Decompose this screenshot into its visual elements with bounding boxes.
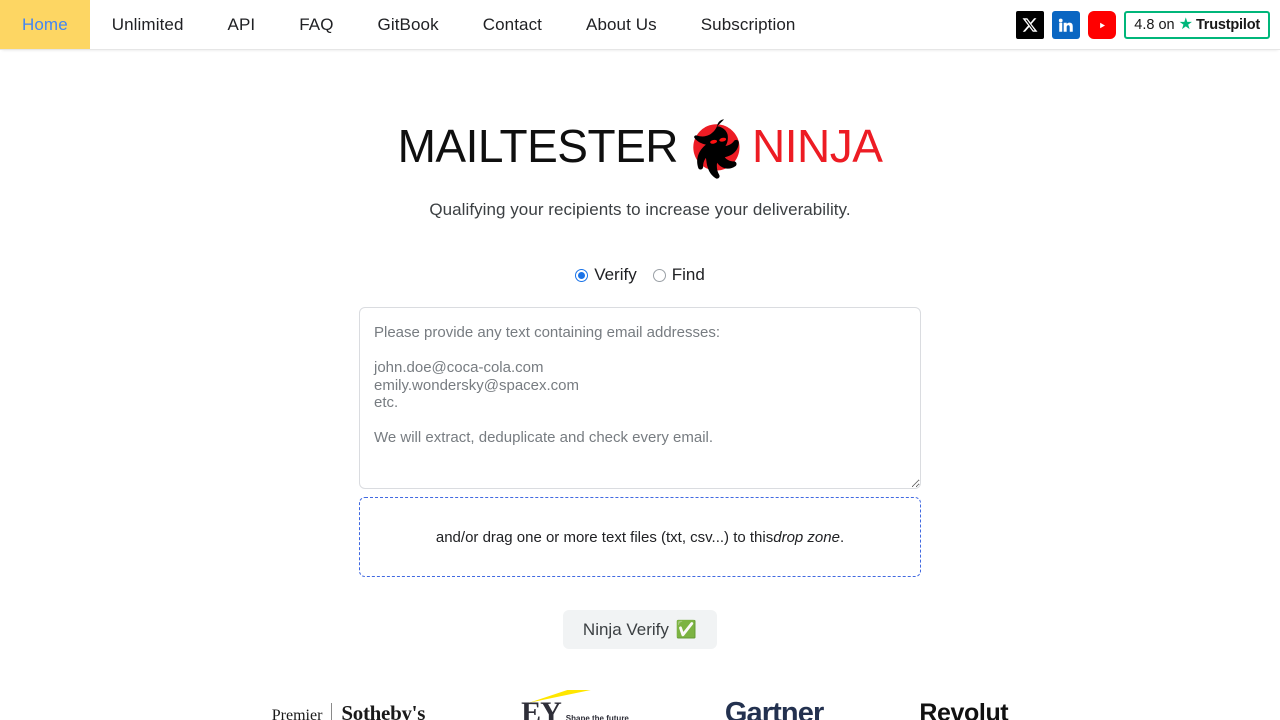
nav-item-api[interactable]: API: [206, 0, 278, 49]
nav-item-label: Contact: [482, 14, 542, 34]
client-logo-gartner: Gartner: [724, 690, 824, 720]
nav-item-unlimited[interactable]: Unlimited: [90, 0, 206, 49]
ninja-mascot-icon: [680, 111, 750, 181]
mode-option-verify[interactable]: Verify: [575, 265, 637, 285]
client-logo-ey: EY Shape the future: [521, 690, 629, 720]
brand-logo-ninja: NINJA: [752, 120, 883, 172]
x-twitter-icon[interactable]: [1016, 11, 1045, 39]
drop-zone-text-before: and/or drag one or more text files (txt,…: [435, 528, 774, 546]
nav-item-contact[interactable]: Contact: [461, 0, 564, 49]
radio-verify[interactable]: [575, 268, 589, 282]
sothebys-name-label: Sotheby's: [341, 700, 426, 720]
ey-letters-label: EY: [521, 695, 562, 720]
email-input-textarea[interactable]: [359, 307, 921, 489]
top-navbar: Home Unlimited API FAQ GitBook Contact A…: [0, 0, 1280, 50]
nav-item-about-us[interactable]: About Us: [564, 0, 679, 49]
linkedin-icon[interactable]: [1052, 11, 1081, 39]
sothebys-premier-label: Premier: [271, 706, 323, 720]
trustpilot-brand: Trustpilot: [1195, 17, 1260, 33]
revolut-name-label: Revolut: [919, 698, 1009, 720]
file-drop-zone[interactable]: and/or drag one or more text files (txt,…: [359, 497, 921, 577]
nav-item-label: API: [227, 14, 256, 34]
star-icon: ★: [1178, 16, 1193, 33]
client-logo-revolut: Revolut: [919, 690, 1008, 720]
brand-logo: MAILTESTER NINJA: [398, 110, 883, 182]
trustpilot-rating-badge[interactable]: 4.8 on ★ Trustpilot: [1124, 11, 1270, 39]
client-logos-strip: Premier Sotheby's EY Shape the future Ga…: [0, 690, 1280, 720]
nav-item-label: GitBook: [377, 14, 439, 34]
page-tagline: Qualifying your recipients to increase y…: [429, 200, 851, 219]
radio-find[interactable]: [652, 268, 666, 282]
mode-selector: Verify Find: [575, 265, 705, 285]
client-logo-sothebys: Premier Sotheby's: [272, 690, 425, 720]
nav-item-subscription[interactable]: Subscription: [679, 0, 818, 49]
divider: [331, 702, 333, 720]
nav-links: Home Unlimited API FAQ GitBook Contact A…: [0, 0, 817, 49]
nav-item-label: About Us: [586, 14, 657, 34]
trustpilot-score: 4.8 on: [1134, 17, 1175, 33]
nav-item-label: Home: [22, 14, 68, 34]
brand-logo-mailtester: MAILTESTER: [397, 120, 679, 172]
main-content: MAILTESTER NINJA Qualifying your recipie…: [0, 50, 1280, 649]
ninja-verify-button[interactable]: Ninja Verify ✅: [562, 610, 718, 649]
ninja-verify-button-label: Ninja Verify: [582, 620, 669, 639]
drop-zone-text-after: .: [839, 528, 845, 546]
mode-option-find[interactable]: Find: [652, 265, 705, 285]
ey-tagline-label: Shape the future: [565, 714, 629, 720]
youtube-icon[interactable]: [1088, 11, 1117, 39]
drop-zone-emphasis: drop zone: [773, 528, 840, 546]
nav-item-label: FAQ: [299, 14, 334, 34]
nav-item-home[interactable]: Home: [0, 0, 90, 49]
nav-social-and-rating: 4.8 on ★ Trustpilot: [1016, 0, 1270, 50]
nav-item-gitbook[interactable]: GitBook: [356, 0, 461, 49]
nav-item-label: Subscription: [700, 14, 796, 34]
mode-option-label: Verify: [594, 265, 637, 284]
check-mark-icon: ✅: [675, 620, 698, 639]
nav-item-faq[interactable]: FAQ: [277, 0, 355, 49]
gartner-name-label: Gartner: [724, 696, 824, 720]
nav-item-label: Unlimited: [111, 14, 184, 34]
mode-option-label: Find: [671, 265, 705, 284]
